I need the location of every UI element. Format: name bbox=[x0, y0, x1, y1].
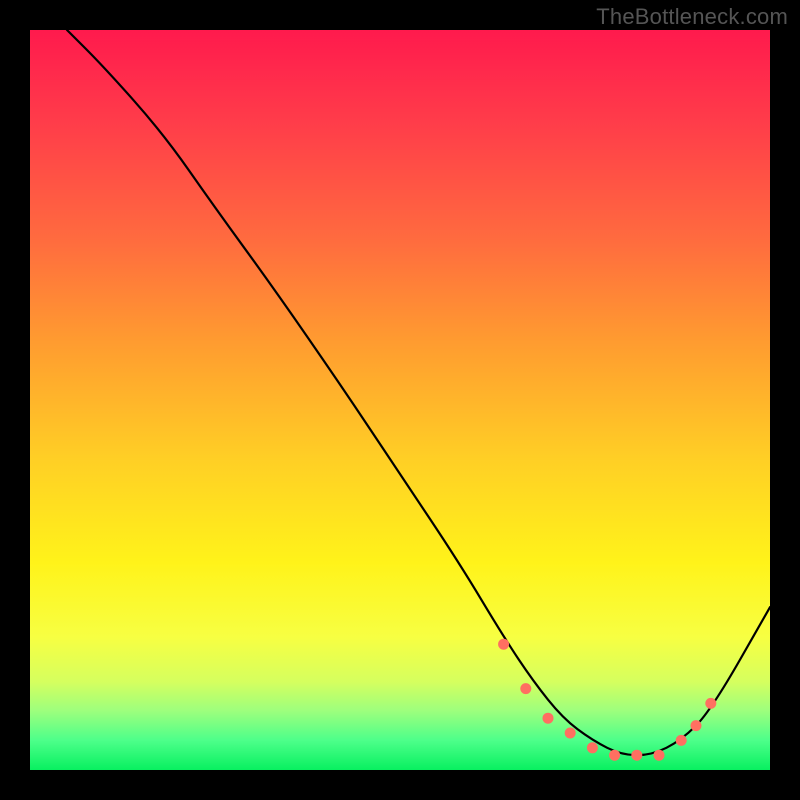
chart-frame: TheBottleneck.com bbox=[0, 0, 800, 800]
marker-dot bbox=[676, 735, 687, 746]
marker-dot bbox=[609, 750, 620, 761]
bottleneck-curve bbox=[67, 30, 770, 755]
curve-svg bbox=[30, 30, 770, 770]
watermark-text: TheBottleneck.com bbox=[596, 4, 788, 30]
marker-dot bbox=[565, 728, 576, 739]
marker-dot bbox=[691, 720, 702, 731]
marker-dot bbox=[520, 683, 531, 694]
marker-dot bbox=[705, 698, 716, 709]
marker-dot bbox=[587, 742, 598, 753]
plot-area bbox=[30, 30, 770, 770]
marker-dot bbox=[543, 713, 554, 724]
marker-dot bbox=[654, 750, 665, 761]
marker-dots bbox=[498, 639, 716, 761]
marker-dot bbox=[631, 750, 642, 761]
marker-dot bbox=[498, 639, 509, 650]
